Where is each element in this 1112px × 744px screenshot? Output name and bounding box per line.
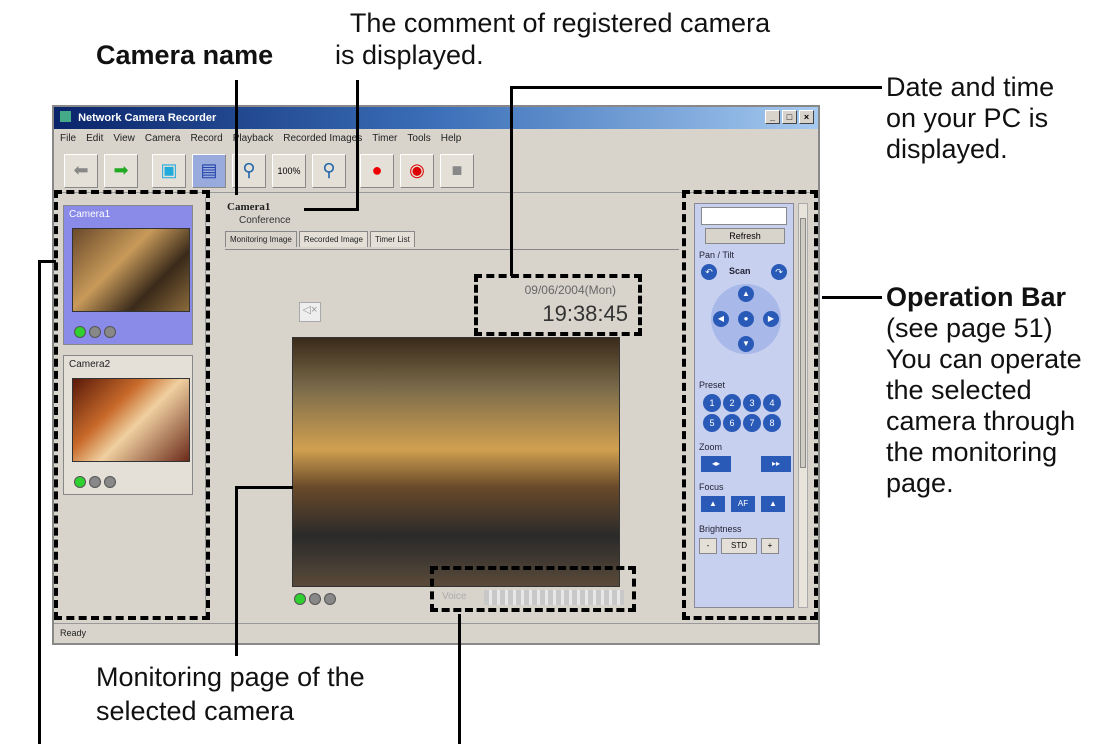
arrow-left-icon: ⬅: [73, 160, 89, 180]
status-text: Ready: [60, 628, 87, 638]
leader-monitoring-v: [235, 486, 238, 656]
leader-comment-v: [356, 80, 359, 210]
zoom-in-button[interactable]: ⚲: [312, 153, 346, 188]
leader-datetime-h: [510, 86, 882, 89]
minimize-icon[interactable]: _: [765, 110, 780, 124]
callout-monitoring-line2: selected camera: [96, 696, 295, 726]
menu-timer[interactable]: Timer: [372, 133, 397, 145]
callout-monitoring: Monitoring page of the selected camera: [96, 660, 365, 728]
callout-comment-line2: is displayed.: [335, 40, 484, 71]
callout-opbar-line2: You can operate: [886, 344, 1082, 374]
tab-timer-list[interactable]: Timer List: [369, 231, 415, 247]
title-bar[interactable]: Network Camera Recorder _ □ ×: [54, 107, 818, 129]
maximize-icon[interactable]: □: [782, 110, 797, 124]
leader-comment-h: [304, 208, 359, 211]
callout-operation-bar: Operation Bar (see page 51) You can oper…: [886, 282, 1082, 499]
callout-comment: The comment of registered camera: [310, 6, 810, 40]
menu-view[interactable]: View: [113, 133, 135, 145]
status-bar: Ready: [54, 623, 818, 643]
tab-monitoring-image[interactable]: Monitoring Image: [225, 231, 297, 247]
record-info-button[interactable]: ◉: [400, 153, 434, 188]
menu-help[interactable]: Help: [441, 133, 462, 145]
callout-opbar-title: Operation Bar: [886, 282, 1067, 312]
stop-icon: ■: [451, 160, 463, 180]
screen-icon: ▣: [160, 160, 178, 180]
tab-bar: Monitoring Image Recorded Image Timer Li…: [225, 231, 417, 247]
menu-record[interactable]: Record: [190, 133, 222, 145]
highlight-datetime: [474, 274, 642, 336]
callout-datetime-line1: Date and time: [886, 72, 1055, 102]
record-button[interactable]: ●: [360, 153, 394, 188]
callout-opbar-line5: the monitoring: [886, 437, 1058, 467]
menu-playback[interactable]: Playback: [233, 133, 274, 145]
menu-file[interactable]: File: [60, 133, 76, 145]
full-screen-button[interactable]: ▣: [152, 153, 186, 188]
forward-button[interactable]: ➡: [104, 153, 138, 188]
status-green-icon: [294, 593, 306, 605]
callout-datetime: Date and time on your PC is displayed.: [886, 72, 1054, 165]
leader-datetime-v: [510, 86, 513, 276]
arrow-right-icon: ➡: [113, 160, 129, 180]
highlight-voice: [430, 566, 636, 612]
record-icon: ●: [371, 160, 383, 180]
mute-button[interactable]: ◁×: [299, 302, 321, 322]
close-icon[interactable]: ×: [799, 110, 814, 124]
callout-datetime-line2: on your PC is: [886, 103, 1049, 133]
leader-left-v: [38, 260, 41, 744]
callout-comment-line2-text: is displayed.: [335, 40, 484, 70]
callout-camera-name: Camera name: [96, 40, 273, 71]
menu-tools[interactable]: Tools: [407, 133, 430, 145]
main-camera-name: Camera1: [227, 201, 271, 213]
highlight-left-panel: [54, 190, 210, 620]
callout-opbar-line1: (see page 51): [886, 313, 1053, 343]
status-gray-icon: [309, 593, 321, 605]
tab-divider: [225, 249, 679, 250]
speaker-icon: ◁×: [302, 304, 318, 316]
menu-camera[interactable]: Camera: [145, 133, 181, 145]
menu-recorded-images[interactable]: Recorded Images: [283, 133, 362, 145]
tab-recorded-image[interactable]: Recorded Image: [298, 231, 368, 247]
leader-monitoring-h: [235, 486, 293, 489]
window-title: Network Camera Recorder: [78, 112, 217, 124]
leader-camera-name: [235, 80, 238, 195]
stop-button[interactable]: ■: [440, 153, 474, 188]
monitoring-area: Camera1 Conference Monitoring Image Reco…: [219, 197, 679, 627]
main-status-indicators: [294, 593, 336, 605]
callout-comment-line1: The comment of registered camera: [349, 8, 771, 38]
callout-camera-name-text: Camera name: [96, 40, 274, 70]
zoom-in-icon: ⚲: [322, 160, 336, 180]
layout-icon: ▤: [200, 160, 218, 180]
leader-voice: [458, 614, 461, 744]
zoom-level-label: 100%: [277, 165, 301, 176]
callout-opbar-line3: the selected: [886, 375, 1032, 405]
menu-edit[interactable]: Edit: [86, 133, 103, 145]
toolbar: ⬅ ➡ ▣ ▤ ⚲ 100% ⚲ ● ◉ ■: [54, 149, 818, 193]
main-camera-comment: Conference: [239, 215, 291, 226]
zoom-level[interactable]: 100%: [272, 153, 306, 188]
record-info-icon: ◉: [409, 160, 425, 180]
status-gray-icon: [324, 593, 336, 605]
leader-opbar: [822, 296, 882, 299]
layout-button[interactable]: ▤: [192, 153, 226, 188]
callout-monitoring-line1: Monitoring page of the: [96, 662, 365, 692]
callout-datetime-line3: displayed.: [886, 134, 1008, 164]
zoom-out-icon: ⚲: [242, 160, 256, 180]
menu-bar: File Edit View Camera Record Playback Re…: [54, 129, 818, 149]
camera-live-image: [292, 337, 620, 587]
callout-opbar-line6: page.: [886, 468, 954, 498]
highlight-operation-bar: [682, 190, 818, 620]
callout-opbar-line4: camera through: [886, 406, 1076, 436]
window-controls: _ □ ×: [765, 110, 814, 124]
back-button[interactable]: ⬅: [64, 153, 98, 188]
app-icon: [60, 111, 71, 122]
